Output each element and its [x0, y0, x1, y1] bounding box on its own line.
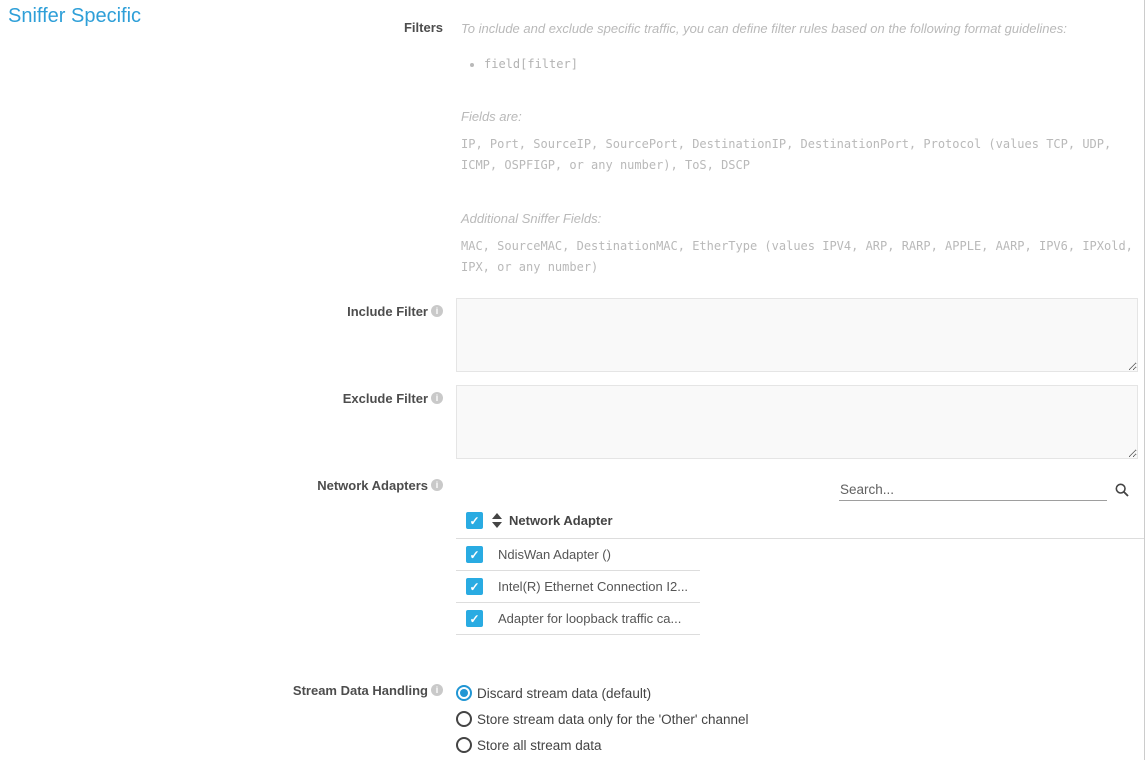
filters-label: Filters [404, 20, 443, 35]
adapter-name: Adapter for loopback traffic ca... [498, 611, 681, 626]
page-title: Sniffer Specific [8, 5, 141, 28]
include-filter-info-icon[interactable]: i [431, 305, 443, 317]
select-all-checkbox[interactable] [466, 512, 483, 529]
adapter-search-input[interactable] [839, 480, 1107, 501]
adapter-search-bar [456, 478, 1130, 502]
stream-data-handling-row: Stream Data Handlingi Discard stream dat… [0, 680, 1144, 758]
radio-icon [456, 685, 472, 701]
additional-fields-list-text: MAC, SourceMAC, DestinationMAC, EtherTyp… [456, 236, 1140, 278]
filters-content: To include and exclude specific traffic,… [456, 20, 1144, 278]
filters-row: Filters To include and exclude specific … [0, 20, 1144, 278]
fields-list-text: IP, Port, SourceIP, SourcePort, Destinat… [456, 134, 1140, 176]
adapter-row: Intel(R) Ethernet Connection I2... [456, 571, 700, 603]
adapter-checkbox[interactable] [466, 578, 483, 595]
filter-format-item: field[filter] [484, 54, 1144, 74]
stream-data-handling-content: Discard stream data (default) Store stre… [456, 680, 1144, 758]
adapter-row: Adapter for loopback traffic ca... [456, 603, 700, 635]
adapter-table: Network Adapter NdisWan Adapter () Intel… [456, 506, 1144, 635]
radio-option-discard-stream-data[interactable]: Discard stream data (default) [456, 680, 1144, 706]
radio-option-store-other-channel[interactable]: Store stream data only for the 'Other' c… [456, 706, 1144, 732]
sniffer-specific-page: Sniffer Specific Filters To include and … [0, 0, 1145, 760]
radio-icon [456, 711, 472, 727]
adapter-table-header: Network Adapter [456, 506, 1144, 539]
radio-label: Discard stream data (default) [477, 686, 651, 701]
network-adapters-label-col: Network Adaptersi [0, 478, 456, 493]
adapter-checkbox[interactable] [466, 546, 483, 563]
sort-icon[interactable] [492, 513, 502, 528]
radio-option-store-all-stream-data[interactable]: Store all stream data [456, 732, 1144, 758]
radio-label: Store stream data only for the 'Other' c… [477, 712, 749, 727]
exclude-filter-input[interactable] [456, 385, 1138, 459]
adapter-checkbox[interactable] [466, 610, 483, 627]
exclude-filter-row: Exclude Filteri [0, 385, 1144, 459]
filter-format-list: field[filter] [456, 54, 1144, 74]
adapter-row: NdisWan Adapter () [456, 539, 700, 571]
adapter-column-header: Network Adapter [509, 513, 613, 528]
filters-intro-text: To include and exclude specific traffic,… [456, 20, 1140, 37]
exclude-filter-content [456, 385, 1144, 459]
include-filter-label-col: Include Filteri [0, 298, 456, 319]
adapter-name: Intel(R) Ethernet Connection I2... [498, 579, 688, 594]
radio-icon [456, 737, 472, 753]
additional-fields-heading: Additional Sniffer Fields: [456, 210, 1140, 227]
include-filter-row: Include Filteri [0, 298, 1144, 372]
network-adapters-row: Network Adaptersi Net [0, 478, 1144, 635]
network-adapters-info-icon[interactable]: i [431, 479, 443, 491]
sniffer-settings-form: Filters To include and exclude specific … [0, 0, 1144, 758]
stream-data-handling-label-col: Stream Data Handlingi [0, 680, 456, 698]
stream-data-handling-label: Stream Data Handling [293, 683, 428, 698]
radio-label: Store all stream data [477, 738, 602, 753]
stream-data-handling-info-icon[interactable]: i [431, 684, 443, 696]
network-adapters-content: Network Adapter NdisWan Adapter () Intel… [456, 478, 1144, 635]
exclude-filter-label-col: Exclude Filteri [0, 385, 456, 406]
include-filter-input[interactable] [456, 298, 1138, 372]
filter-format-example: field[filter] [484, 57, 578, 71]
include-filter-label: Include Filter [347, 304, 428, 319]
search-icon[interactable] [1114, 482, 1130, 498]
network-adapters-label: Network Adapters [317, 478, 428, 493]
include-filter-content [456, 298, 1144, 372]
adapter-name: NdisWan Adapter () [498, 547, 611, 562]
exclude-filter-info-icon[interactable]: i [431, 392, 443, 404]
fields-heading: Fields are: [456, 108, 1140, 125]
exclude-filter-label: Exclude Filter [343, 391, 428, 406]
